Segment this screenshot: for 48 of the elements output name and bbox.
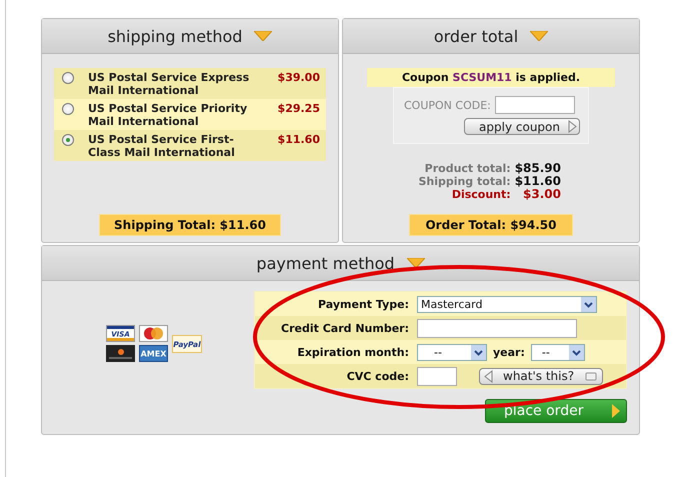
cvc-label: CVC code: <box>346 370 409 382</box>
coupon-code-field[interactable] <box>494 96 575 114</box>
year-select[interactable]: -- <box>530 344 585 360</box>
card-number-field[interactable] <box>417 318 577 338</box>
year-label: year: <box>493 346 525 358</box>
shipping-total: Shipping Total: $11.60 <box>99 214 281 236</box>
total-value: $11.60 <box>514 175 561 188</box>
mastercard-logo <box>139 325 168 342</box>
shipping-name: US Postal Service First-Class Mail International <box>88 133 236 159</box>
order-total: Order Total: $94.50 <box>409 214 572 236</box>
expiration-label: Expiration month: <box>296 346 409 358</box>
discover-logo <box>106 345 135 362</box>
coupon-notice: Coupon SCSUM11 is applied. <box>367 68 615 87</box>
total-label: Product total: <box>424 162 511 175</box>
caret-icon <box>530 31 548 41</box>
payment-type-label: Payment Type: <box>317 298 409 310</box>
panel-title: order total <box>434 26 518 46</box>
radio-button[interactable] <box>62 72 74 84</box>
arrow-right-icon <box>568 120 577 133</box>
tooltip-icon <box>584 370 598 382</box>
month-select[interactable]: -- <box>417 344 487 360</box>
caret-icon <box>254 31 272 41</box>
whats-this-button[interactable]: what's this? <box>479 368 604 384</box>
arrow-left-icon <box>484 370 493 382</box>
shipping-price: $39.00 <box>278 71 320 86</box>
radio-button[interactable] <box>62 103 74 115</box>
amex-logo: AMEX <box>139 345 168 362</box>
arrow-right-icon <box>612 404 620 418</box>
card-number-label: Credit Card Number: <box>280 322 409 334</box>
coupon-code-label: COUPON CODE: <box>404 98 491 112</box>
total-value: $85.90 <box>514 162 561 175</box>
shipping-option[interactable]: US Postal Service Express Mail International $39.00 <box>54 68 326 99</box>
shipping-price: $11.60 <box>278 133 320 148</box>
shipping-option[interactable]: US Postal Service Priority Mail International $29.25 <box>54 99 326 130</box>
panel-title: shipping method <box>108 26 242 46</box>
shipping-option[interactable]: US Postal Service First-Class Mail International $11.60 <box>54 130 326 161</box>
cvc-field[interactable] <box>417 366 457 386</box>
shipping-price: $29.25 <box>278 102 320 117</box>
total-value: $3.00 <box>522 188 561 201</box>
panel-title: payment method <box>256 254 395 272</box>
payment-type-select[interactable]: Mastercard <box>417 296 597 312</box>
shipping-name: US Postal Service Express Mail International <box>88 71 250 97</box>
shipping-name: US Postal Service Priority Mail International <box>88 102 248 128</box>
total-label: Discount: <box>450 188 511 201</box>
apply-coupon-button[interactable]: apply coupon <box>464 118 580 135</box>
total-label: Shipping total: <box>418 175 511 188</box>
radio-button[interactable] <box>62 134 74 146</box>
caret-icon <box>406 258 425 268</box>
